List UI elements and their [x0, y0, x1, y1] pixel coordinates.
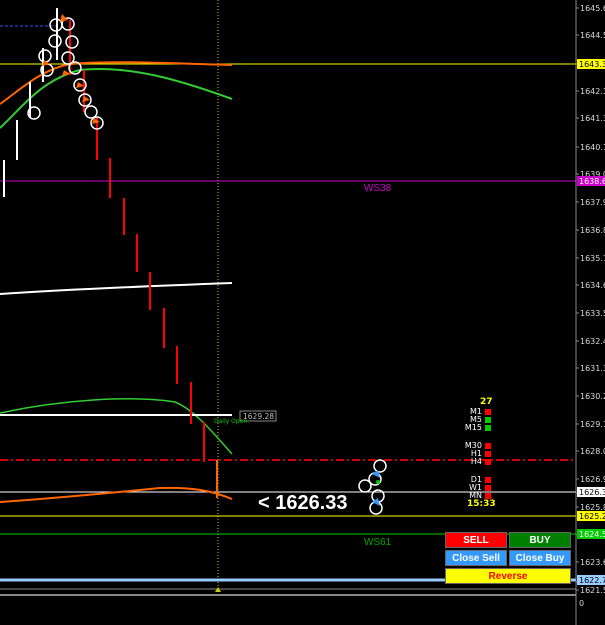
axis-tick-label: 1635.7 [580, 254, 605, 263]
axis-tick-label: 1640.1 [580, 143, 605, 152]
axis-tick-label: 1636.8 [580, 226, 605, 235]
hud-status-square-icon [485, 458, 491, 465]
sell-button[interactable]: SELL [445, 532, 507, 548]
hud-tf-label: M15 [464, 423, 482, 432]
ws38-label: WS38 [364, 183, 392, 194]
buy-button[interactable]: BUY [509, 532, 571, 548]
close-buy-button[interactable]: Close Buy [509, 550, 571, 566]
hud-status-square-icon [485, 484, 491, 491]
axis-bottom-label: 0 [579, 599, 584, 608]
axis-tick-label: 1634.6 [580, 281, 605, 290]
current-price-readout: < 1626.33 [258, 492, 348, 514]
hud-time: 15:33 [467, 499, 496, 509]
axis-tick-label: 1630.2 [580, 392, 605, 401]
price-label-white: 1626.3 [579, 488, 605, 497]
hud-status-square-icon [485, 492, 491, 499]
axis-tick-label: 1621.5 [580, 586, 605, 595]
price-label-yellow-top: 1643.3 [579, 60, 605, 69]
axis-tick-label: 1632.4 [580, 337, 605, 346]
hud-status-square-icon [485, 476, 491, 483]
axis-tick-label: 1629.1 [580, 420, 605, 429]
axis-tick-label: 1642.3 [580, 87, 605, 96]
price-label-yellow-low: 1625.2 [579, 512, 605, 521]
hud-row-m15: M15 [465, 423, 491, 432]
axis-tick-label: 1631.3 [580, 364, 605, 373]
hud-row-h4: H4 [471, 457, 491, 466]
axis-tick-label: 1641.3 [580, 114, 605, 123]
axis-tick-label: 1628.0 [580, 447, 605, 456]
axis-tick-label: 1623.6 [580, 558, 605, 567]
price-label-magenta: 1638.6 [579, 177, 605, 186]
axis-tick-label: 1644.5 [580, 31, 605, 40]
hud-tf-label: H4 [470, 457, 482, 466]
daily-open-label: Daily Open [214, 418, 247, 425]
axis-tick-label: 1645.6 [580, 4, 605, 13]
axis-tick-label: 1633.5 [580, 309, 605, 318]
marker-box-value: 1629.28 [243, 412, 274, 421]
close-sell-button[interactable]: Close Sell [445, 550, 507, 566]
reverse-button[interactable]: Reverse [445, 568, 571, 584]
axis-tick-label: 1637.9 [580, 198, 605, 207]
hud-status-square-icon [485, 416, 491, 423]
ws61-label: WS61 [364, 537, 392, 548]
hud-count: 27 [480, 397, 493, 407]
price-label-green: 1624.5 [579, 530, 605, 539]
hud-status-square-icon [485, 442, 491, 449]
hud-status-square-icon [485, 408, 491, 415]
hud-status-square-icon [485, 424, 491, 431]
axis-tick-label: 1625.8 [580, 503, 605, 512]
price-label-lightblue: 1622.7 [579, 576, 605, 585]
hud-status-square-icon [485, 450, 491, 457]
axis-tick-label: 1626.9 [580, 475, 605, 484]
